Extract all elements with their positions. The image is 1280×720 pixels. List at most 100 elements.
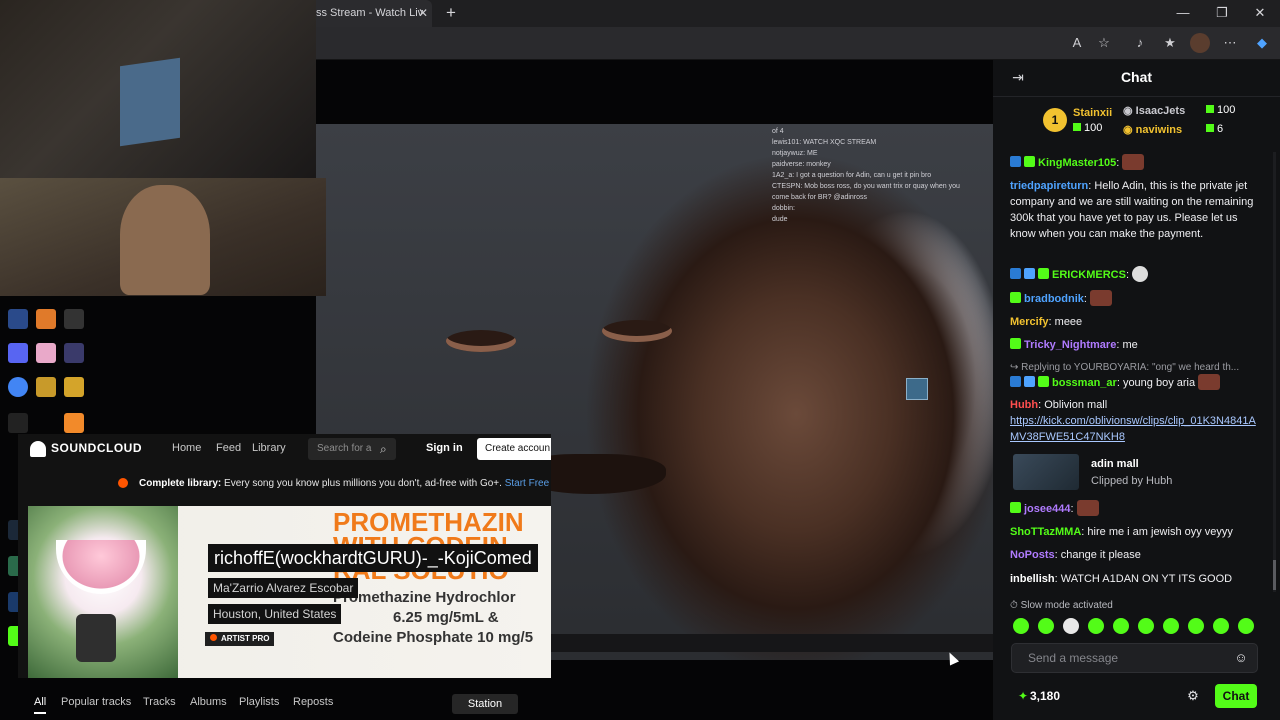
chat-username[interactable]: Hubh [1010,399,1038,411]
emote-icon[interactable] [1038,618,1054,634]
embedded-chat-line: dobbin: [772,205,795,212]
new-tab-icon[interactable]: + [442,4,460,22]
tab-all[interactable]: All [34,696,47,714]
profile-avatar[interactable] [28,506,178,678]
leader-value-text: 100 [1217,104,1236,116]
chat-message: inbellish: WATCH A1DAN ON YT ITS GOOD [1010,573,1233,585]
embedded-chat-line: 1A2_a: I got a question for Adin, can u … [772,172,932,179]
gift-icon [1206,105,1214,113]
profile-hero: PROMETHAZIN WITH CODEIN RAL SOLUTIO Prom… [28,506,551,678]
clip-card[interactable]: adin mall Clipped by Hubh [1013,454,1259,492]
slow-mode-text: Slow mode activated [1020,600,1113,611]
chat-username[interactable]: Tricky_Nightmare [1024,339,1116,351]
leader-name-text: naviwins [1135,124,1183,136]
url-field[interactable] [318,32,1118,54]
tab-playlists[interactable]: Playlists [239,696,279,708]
tab-albums[interactable]: Albums [190,696,227,708]
go-plus-banner: Complete library: Every song you know pl… [18,464,551,504]
cup-image [56,540,146,594]
chat-username[interactable]: Mercify [1010,316,1049,328]
leader-name-1[interactable]: Stainxii [1073,107,1112,119]
points-icon: ✦ [1017,689,1029,703]
leader-value-2: 100 [1206,104,1235,116]
banner-line: 6.25 mg/5mL & [393,609,499,626]
embedded-chat-line: dude [772,216,788,223]
streamer-figure [120,185,210,295]
chat-scrollbar[interactable] [1273,152,1276,592]
read-aloud-icon[interactable]: A [1067,33,1087,53]
bottle-image [76,614,116,662]
emote-icon [1122,154,1145,170]
chat-message: Hubh: Oblivion mall [1010,399,1108,411]
collections-icon[interactable]: ♪ [1130,33,1150,53]
emote-icon[interactable] [1163,618,1179,634]
clip-thumbnail[interactable] [1013,454,1079,490]
emote-icon[interactable] [1238,618,1254,634]
chat-username[interactable]: triedpapireturn [1010,180,1088,192]
chat-username[interactable]: bradbodnik [1024,293,1084,305]
start-free-link[interactable]: Start Free [505,478,549,489]
video-eye-left [446,330,516,352]
chat-username[interactable]: bossman_ar [1052,377,1117,389]
more-icon[interactable]: ⋯ [1220,33,1240,53]
chat-scroll-thumb[interactable] [1273,560,1276,590]
badge-icon [1038,268,1049,279]
soundcloud-logo[interactable] [30,441,46,457]
emoji-icon[interactable]: ☺ [1234,651,1248,665]
window-close-icon[interactable]: ✕ [1249,4,1271,22]
gear-icon[interactable]: ⚙ [1185,688,1201,704]
chat-username[interactable]: ERICKMERCS [1052,269,1126,281]
emote-icon[interactable] [1088,618,1104,634]
nav-library[interactable]: Library [252,442,286,454]
chat-message: bradbodnik: [1010,290,1258,307]
emote-icon[interactable] [1013,618,1029,634]
sign-in-button[interactable]: Sign in [426,442,463,454]
chat-text: Oblivion mall [1044,399,1108,411]
chat-message: josee444: [1010,500,1258,517]
maximize-icon[interactable]: ❐ [1211,4,1233,22]
clip-author: Clipped by Hubh [1091,475,1173,487]
favorites-list-icon[interactable]: ★ [1160,33,1180,53]
chat-username[interactable]: josee444 [1024,503,1070,515]
nav-feed[interactable]: Feed [216,442,241,454]
leader-name-3[interactable]: ◉ naviwins [1123,123,1182,136]
create-account-button[interactable]: Create accoun [477,438,551,460]
chat-username[interactable]: NoPosts [1010,549,1055,561]
app-icon [64,309,84,329]
tab-tracks[interactable]: Tracks [143,696,176,708]
favorite-icon[interactable]: ☆ [1094,33,1114,53]
chat-text: meee [1054,316,1083,328]
station-button[interactable]: Station [452,694,518,714]
search-icon[interactable]: ⌕ [380,442,387,457]
emote-icon[interactable] [1138,618,1154,634]
emote-icon[interactable] [1063,618,1079,634]
video-embedded-chat: of 4 lewis101: WATCH XQC STREAM notjaywu… [772,126,986,276]
emote-icon[interactable] [1113,618,1129,634]
minimize-icon[interactable]: — [1172,4,1194,22]
chat-username[interactable]: KingMaster105 [1038,157,1116,169]
chat-username[interactable]: ShoTTazMMA [1010,526,1081,538]
tab-popular-tracks[interactable]: Popular tracks [61,696,131,708]
chat-username[interactable]: inbellish [1010,573,1055,585]
emote-icon[interactable] [1213,618,1229,634]
nav-home[interactable]: Home [172,442,201,454]
clip-title[interactable]: adin mall [1091,456,1139,472]
tab-reposts[interactable]: Reposts [293,696,333,708]
banner-text: Complete library: Every song you know pl… [139,464,549,504]
browser-tab[interactable]: ss Stream - Watch Liv [300,0,432,27]
leader-name-text: IsaacJets [1135,105,1186,117]
points-balance[interactable]: 3,180 [1030,689,1060,703]
copilot-icon[interactable]: ◆ [1252,33,1272,53]
send-chat-button[interactable]: Chat [1215,684,1257,708]
profile-icon[interactable] [1190,33,1210,53]
chat-message-input[interactable]: Send a message [1011,643,1258,673]
chat-message: KingMaster105: [1010,154,1258,171]
leader-value-3: 6 [1206,123,1223,135]
leader-name-2[interactable]: ◉ IsaacJets [1123,104,1185,117]
close-icon[interactable]: ✕ [416,6,430,20]
chat-message: ERICKMERCS: [1010,266,1258,283]
clip-link[interactable]: https://kick.com/oblivionsw/clips/clip_0… [1010,413,1258,445]
soundcloud-brand[interactable]: SOUNDCLOUD [51,441,142,455]
profile-location: Houston, United States [208,604,342,624]
emote-icon[interactable] [1188,618,1204,634]
